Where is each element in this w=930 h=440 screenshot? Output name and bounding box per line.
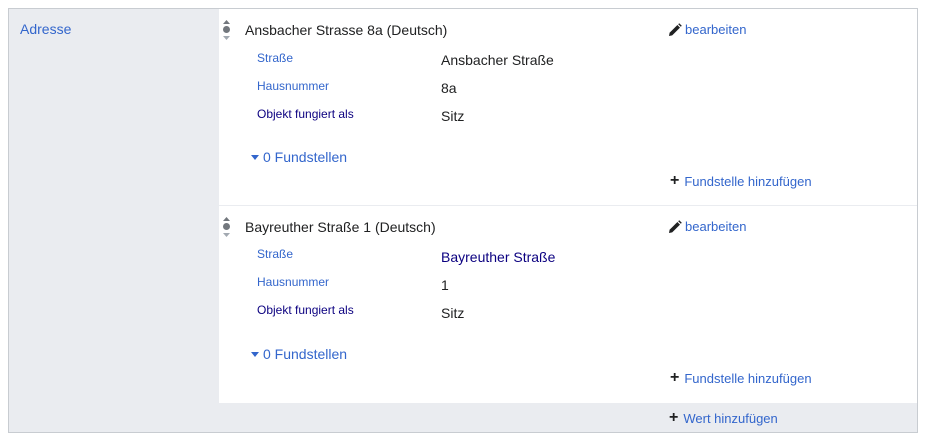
statement-value: Ansbacher Strasse 8a (Deutsch): [245, 22, 448, 38]
qualifier-value: Ansbacher Straße: [441, 52, 554, 68]
rank-selector-icon[interactable]: [222, 19, 231, 41]
qualifier-value[interactable]: Bayreuther Straße: [441, 249, 555, 265]
references-toggle[interactable]: 0 Fundstellen: [251, 346, 347, 362]
qualifier-value[interactable]: Sitz: [441, 305, 464, 321]
statement: Bayreuther Straße 1 (Deutsch) bearbeiten…: [219, 205, 917, 403]
references-toggle-label: 0 Fundstellen: [263, 149, 348, 165]
pencil-icon: [669, 22, 682, 36]
qualifier-value: 1: [441, 277, 449, 293]
plus-icon: +: [669, 409, 679, 426]
statement: Ansbacher Strasse 8a (Deutsch) bearbeite…: [219, 9, 917, 205]
add-reference-button[interactable]: + Fundstelle hinzufügen: [670, 173, 812, 189]
add-value-button[interactable]: + Wert hinzufügen: [669, 410, 778, 426]
qualifier-key[interactable]: Straße: [257, 51, 293, 65]
edit-button[interactable]: bearbeiten: [668, 22, 746, 37]
triangle-down-icon: [251, 351, 259, 357]
qualifier-key[interactable]: Objekt fungiert als: [257, 303, 354, 317]
qualifier-key[interactable]: Straße: [257, 247, 293, 261]
property-label[interactable]: Adresse: [20, 21, 71, 37]
edit-label: bearbeiten: [685, 219, 747, 234]
qualifier-value: 8a: [441, 80, 457, 96]
triangle-down-icon: [251, 154, 259, 160]
references-toggle-label: 0 Fundstellen: [263, 346, 348, 362]
qualifier-value[interactable]: Sitz: [441, 108, 464, 124]
edit-label: bearbeiten: [685, 22, 747, 37]
add-reference-label: Fundstelle hinzufügen: [684, 370, 812, 386]
qualifier-key[interactable]: Objekt fungiert als: [257, 107, 354, 121]
rank-selector-icon[interactable]: [222, 216, 231, 238]
statement-list: Ansbacher Strasse 8a (Deutsch) bearbeite…: [219, 9, 917, 403]
plus-icon: +: [670, 172, 680, 189]
statement-value: Bayreuther Straße 1 (Deutsch): [245, 219, 436, 235]
add-reference-label: Fundstelle hinzufügen: [684, 173, 812, 189]
statement-group: Adresse Ansbacher Strasse 8a (Deutsch) b…: [8, 8, 918, 433]
add-reference-button[interactable]: + Fundstelle hinzufügen: [670, 370, 812, 386]
qualifier-key[interactable]: Hausnummer: [257, 79, 329, 93]
pencil-icon: [669, 219, 682, 233]
plus-icon: +: [670, 369, 680, 386]
add-value-label: Wert hinzufügen: [683, 410, 778, 426]
references-toggle[interactable]: 0 Fundstellen: [251, 149, 347, 165]
qualifier-key[interactable]: Hausnummer: [257, 275, 329, 289]
edit-button[interactable]: bearbeiten: [668, 219, 746, 234]
